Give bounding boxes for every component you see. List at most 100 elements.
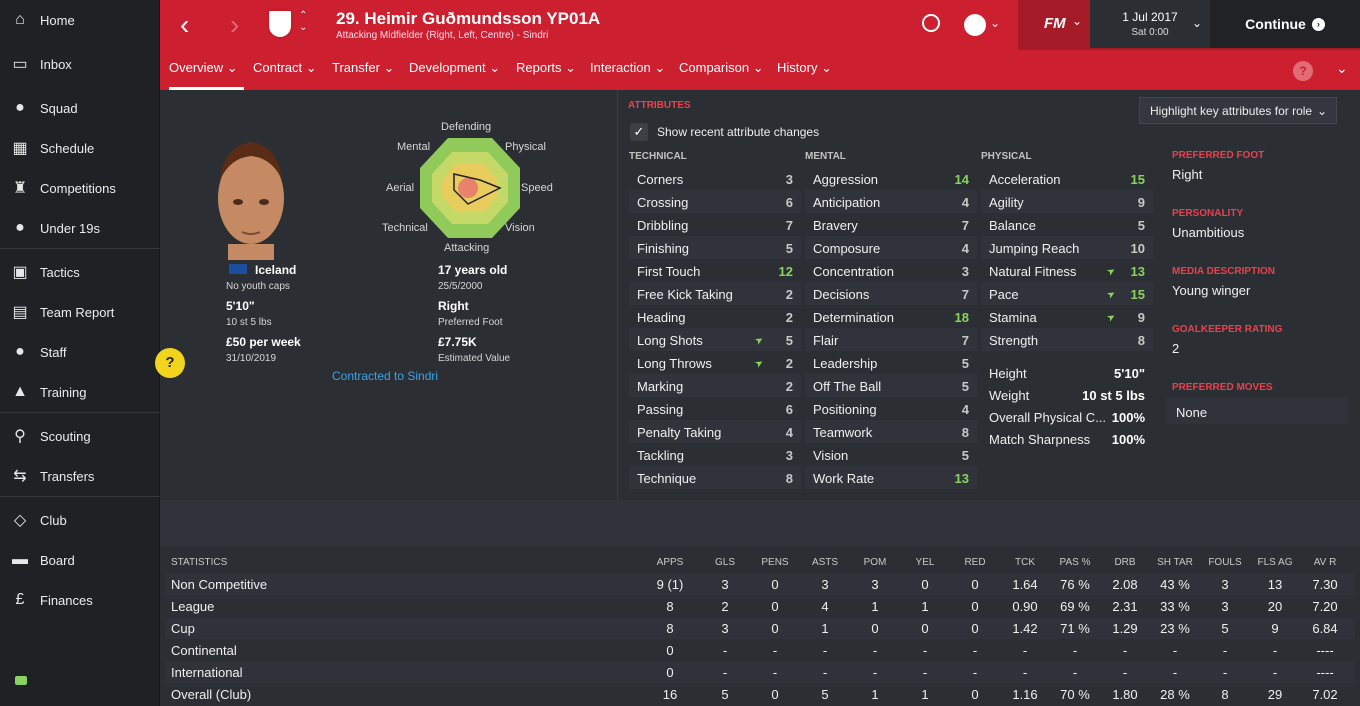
sidebar-item-inbox[interactable]: ▭ Inbox [0,46,160,82]
attribute-row[interactable]: Penalty Taking 4 [629,420,801,443]
attribute-row[interactable]: Crossing 6 [629,190,801,213]
crest-chevron-icon[interactable]: ⌃ ⌄ [299,10,307,34]
radar-label-defending: Defending [441,121,492,133]
sidebar-item-staff[interactable]: ● Staff [0,334,160,370]
attribute-row[interactable]: Heading 2 [629,305,801,328]
date-panel[interactable]: 1 Jul 2017 Sat 0:00 ⌄ [1090,0,1210,48]
tab-transfer[interactable]: Transfer ⌄ [332,60,394,90]
attribute-row[interactable]: Technique 8 [629,466,801,489]
attribute-row[interactable]: Passing 6 [629,397,801,420]
attributes-section-title: ATTRIBUTES [628,100,691,111]
tab-overview[interactable]: Overview ⌄ [169,60,244,90]
chevron-down-icon[interactable]: ⌄ [1336,60,1348,77]
attribute-row[interactable]: Teamwork 8 [805,420,977,443]
attribute-row[interactable]: Pace 15 ➤ [981,282,1153,305]
sidebar-item-finances[interactable]: £ Finances [0,582,160,618]
sidebar-item-team-report[interactable]: ▤ Team Report [0,294,160,330]
calendar-icon: ▦ [12,140,28,157]
help-bubble-button[interactable]: ? [155,348,185,378]
attribute-row[interactable]: Positioning 4 [805,397,977,420]
tab-reports[interactable]: Reports ⌄ [516,60,576,90]
attribute-row[interactable]: First Touch 12 [629,259,801,282]
attribute-row[interactable]: Flair 7 [805,328,977,351]
forward-arrow-icon[interactable]: › [230,11,239,39]
attribute-row[interactable]: Jumping Reach 10 [981,236,1153,259]
tab-label: History [777,60,818,75]
attribute-row[interactable]: Tackling 3 [629,443,801,466]
chevron-down-icon[interactable]: ⌄ [1072,14,1082,28]
tab-contract[interactable]: Contract ⌄ [253,60,317,90]
attribute-value: 8 [1137,333,1145,348]
sidebar-item-under19s[interactable]: ● Under 19s [0,210,160,246]
attribute-row[interactable]: Strength 8 [981,328,1153,351]
tactics-icon: ▣ [12,264,28,281]
show-changes-checkbox[interactable]: ✓ [630,123,648,141]
player-nation[interactable]: Iceland [255,263,296,277]
attribute-row[interactable]: Bravery 7 [805,213,977,236]
attribute-row[interactable]: Free Kick Taking 2 [629,282,801,305]
attribute-row[interactable]: Off The Ball 5 [805,374,977,397]
chevron-down-icon[interactable]: ⌄ [990,16,1000,30]
sidebar-item-tactics[interactable]: ▣ Tactics [0,254,160,290]
attribute-row[interactable]: Leadership 5 [805,351,977,374]
sidebar-item-squad[interactable]: ● Squad [0,90,160,126]
attribute-value: 15 [1130,287,1145,302]
personality-text: Unambitious [1172,225,1245,240]
attribute-row[interactable]: Vision 5 [805,443,977,466]
attribute-row[interactable]: Composure 4 [805,236,977,259]
sidebar-item-label: Scouting [40,428,91,444]
continue-button[interactable]: Continue › [1210,0,1360,48]
status-indicator-icon [15,676,27,685]
physical-extra-name: Overall Physical C... [989,410,1107,425]
attribute-row[interactable]: Agility 9 [981,190,1153,213]
attribute-row[interactable]: Concentration 3 [805,259,977,282]
attribute-row[interactable]: Finishing 5 [629,236,801,259]
sidebar-item-schedule[interactable]: ▦ Schedule [0,130,160,166]
back-arrow-icon[interactable]: ‹ [180,11,189,39]
attribute-row[interactable]: Determination 18 [805,305,977,328]
physical-extra-row: Weight 10 st 5 lbs [981,383,1153,406]
attribute-name: Acceleration [989,172,1061,187]
progress-arrow-icon: ➤ [753,333,766,348]
attribute-row[interactable]: Aggression 14 [805,167,977,190]
highlight-role-dropdown[interactable]: Highlight key attributes for role ⌄ [1139,97,1337,124]
attribute-name: Natural Fitness [989,264,1077,279]
statistics-spacer [160,500,1360,546]
stat-column-header[interactable]: AV R [1295,557,1355,568]
attribute-row[interactable]: Long Shots 5 ➤ [629,328,801,351]
player-age: 17 years old [438,263,508,277]
training-icon: ▲ [12,383,28,400]
attribute-row[interactable]: Long Throws 2 ➤ [629,351,801,374]
attribute-row[interactable]: Acceleration 15 [981,167,1153,190]
tab-comparison[interactable]: Comparison ⌄ [679,60,764,90]
sidebar-item-training[interactable]: ▲ Training [0,374,160,410]
fm-logo[interactable]: FM [1044,15,1066,32]
sidebar-item-home[interactable]: ⌂ Home [0,2,160,38]
attribute-row[interactable]: Anticipation 4 [805,190,977,213]
search-icon[interactable] [922,14,940,32]
tab-development[interactable]: Development ⌄ [409,60,500,90]
tab-history[interactable]: History ⌄ [777,60,832,90]
sidebar-item-scouting[interactable]: ⚲ Scouting [0,418,160,454]
globe-icon[interactable] [964,14,986,36]
sidebar-item-board[interactable]: ▬ Board [0,542,160,578]
attribute-row[interactable]: Stamina 9 ➤ [981,305,1153,328]
stat-column-header[interactable]: APPS [640,557,700,568]
help-icon[interactable]: ? [1293,61,1313,81]
sidebar-divider [0,496,160,497]
sidebar-item-competitions[interactable]: ♜ Competitions [0,170,160,206]
attribute-row[interactable]: Dribbling 7 [629,213,801,236]
attribute-row[interactable]: Work Rate 13 [805,466,977,489]
attribute-name: Stamina [989,310,1037,325]
attribute-row[interactable]: Balance 5 [981,213,1153,236]
attribute-row[interactable]: Decisions 7 [805,282,977,305]
club-crest[interactable] [266,8,294,40]
tab-interaction[interactable]: Interaction ⌄ [590,60,665,90]
attribute-row[interactable]: Natural Fitness 13 ➤ [981,259,1153,282]
dropdown-label: Highlight key attributes for role [1150,104,1313,118]
contracted-to-link[interactable]: Contracted to Sindri [332,369,438,383]
attribute-row[interactable]: Corners 3 [629,167,801,190]
attribute-row[interactable]: Marking 2 [629,374,801,397]
sidebar-item-club[interactable]: ◇ Club [0,502,160,538]
sidebar-item-transfers[interactable]: ⇆ Transfers [0,458,160,494]
